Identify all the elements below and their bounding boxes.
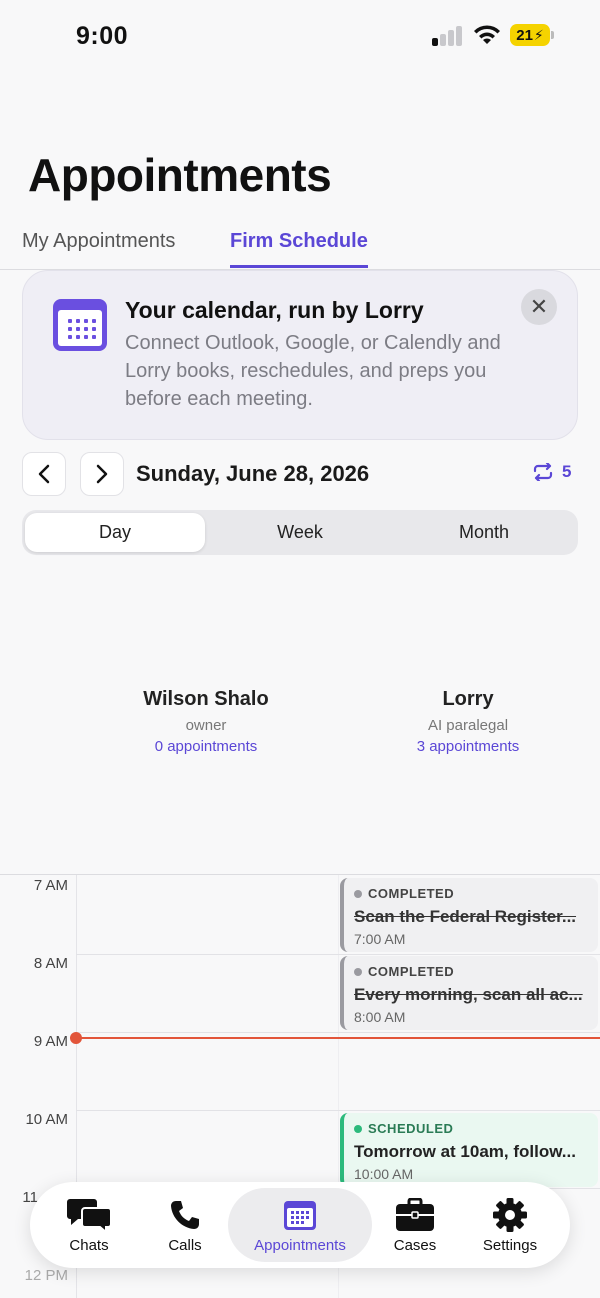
- hour-label: 9 AM: [33, 1033, 68, 1050]
- tabbar-appointments[interactable]: Appointments: [228, 1188, 372, 1262]
- tabbar-chats[interactable]: Chats: [48, 1182, 130, 1268]
- bottom-tab-bar: Chats Calls Appointments Cases Settings: [30, 1182, 570, 1268]
- hour-label: 7 AM: [33, 877, 68, 894]
- tabbar-settings[interactable]: Settings: [464, 1182, 556, 1268]
- repeat-icon: [533, 463, 553, 481]
- calendar-icon: [284, 1200, 316, 1230]
- tabbar-label: Cases: [393, 1236, 437, 1254]
- appointment-title: Every morning, scan all ac...: [354, 985, 583, 1004]
- status-bar: 9:00 21 ⚡: [0, 0, 600, 72]
- gear-icon: [493, 1197, 527, 1232]
- status-label: SCHEDULED: [368, 1121, 454, 1136]
- person-name: Wilson Shalo: [143, 688, 269, 710]
- view-month[interactable]: Month: [394, 513, 574, 552]
- promo-title: Your calendar, run by Lorry: [125, 297, 424, 323]
- tabbar-label: Calls: [168, 1236, 202, 1254]
- chevron-right-icon: [96, 464, 108, 484]
- person-role: owner: [185, 717, 227, 734]
- page-title: Appointments: [28, 149, 332, 201]
- current-date: Sunday, June 28, 2026: [136, 461, 370, 486]
- appointment-time: 10:00 AM: [354, 1166, 414, 1182]
- hour-label: 11: [22, 1189, 38, 1206]
- tabbar-calls[interactable]: Calls: [148, 1182, 222, 1268]
- hour-label: 12 PM: [24, 1267, 68, 1284]
- appointment-card[interactable]: SCHEDULED Tomorrow at 10am, follow... 10…: [340, 1113, 598, 1187]
- status-dot: [354, 889, 362, 898]
- tab-my-appointments[interactable]: My Appointments: [22, 230, 175, 265]
- phone-icon: [171, 1200, 199, 1229]
- appointment-count: 3 appointments: [416, 738, 520, 755]
- battery-level: 21: [516, 26, 533, 44]
- battery-nub: [551, 31, 554, 39]
- appointment-status: COMPLETED: [354, 964, 588, 979]
- status-time: 9:00: [76, 22, 129, 50]
- appointment-card[interactable]: COMPLETED Scan the Federal Register... 7…: [340, 878, 598, 952]
- recurring-count: 5: [562, 462, 572, 481]
- status-label: COMPLETED: [368, 886, 455, 901]
- view-switcher: Day Week Month: [22, 510, 578, 555]
- calendar-promo-card: Your calendar, run by Lorry Connect Outl…: [22, 270, 578, 440]
- tabbar-label: Chats: [69, 1236, 109, 1254]
- hour-line: [76, 954, 600, 955]
- appointment-time: 7:00 AM: [354, 931, 406, 947]
- tabbar-label: Appointments: [254, 1236, 346, 1254]
- next-day-button[interactable]: [80, 452, 124, 496]
- person-column-header[interactable]: Wilson Shalo owner 0 appointments: [76, 688, 336, 755]
- appointment-title: Scan the Federal Register...: [354, 907, 577, 926]
- current-time-indicator: [70, 1032, 82, 1044]
- tabbar-cases[interactable]: Cases: [378, 1182, 452, 1268]
- tab-bar: My Appointments Firm Schedule: [0, 226, 600, 270]
- appointment-status: SCHEDULED: [354, 1121, 588, 1136]
- person-role: AI paralegal: [427, 717, 509, 734]
- chat-bubbles-icon: [67, 1198, 112, 1233]
- appointment-card[interactable]: COMPLETED Every morning, scan all ac... …: [340, 956, 598, 1030]
- person-name: Lorry: [442, 688, 494, 710]
- person-column-header[interactable]: Lorry AI paralegal 3 appointments: [338, 688, 598, 755]
- view-day[interactable]: Day: [25, 513, 205, 552]
- briefcase-icon: [396, 1197, 434, 1231]
- close-icon[interactable]: ✕: [521, 289, 557, 325]
- hour-label: 10 AM: [25, 1111, 68, 1128]
- hour-label: 8 AM: [33, 955, 68, 972]
- status-label: COMPLETED: [368, 964, 455, 979]
- promo-body: Connect Outlook, Google, or Calendly and…: [125, 332, 501, 410]
- calendar-icon: [53, 299, 107, 351]
- hour-line: [76, 1032, 600, 1033]
- battery-icon: 21 ⚡: [510, 24, 550, 46]
- wifi-icon: [474, 25, 500, 44]
- appointment-count: 0 appointments: [154, 738, 258, 755]
- appointment-time: 8:00 AM: [354, 1009, 406, 1025]
- current-time-line: [76, 1037, 600, 1039]
- charging-icon: ⚡: [533, 26, 544, 43]
- chevron-left-icon: [38, 464, 50, 484]
- signal-icon: [432, 26, 464, 46]
- recurring-button[interactable]: 5: [532, 462, 571, 482]
- appointment-title: Tomorrow at 10am, follow...: [354, 1142, 576, 1161]
- status-dot: [354, 967, 362, 976]
- previous-day-button[interactable]: [22, 452, 66, 496]
- appointment-status: COMPLETED: [354, 886, 588, 901]
- hour-line: [76, 1110, 600, 1111]
- tabbar-label: Settings: [482, 1236, 538, 1254]
- tab-firm-schedule[interactable]: Firm Schedule: [230, 230, 368, 268]
- status-dot: [354, 1124, 362, 1133]
- view-week[interactable]: Week: [210, 513, 390, 552]
